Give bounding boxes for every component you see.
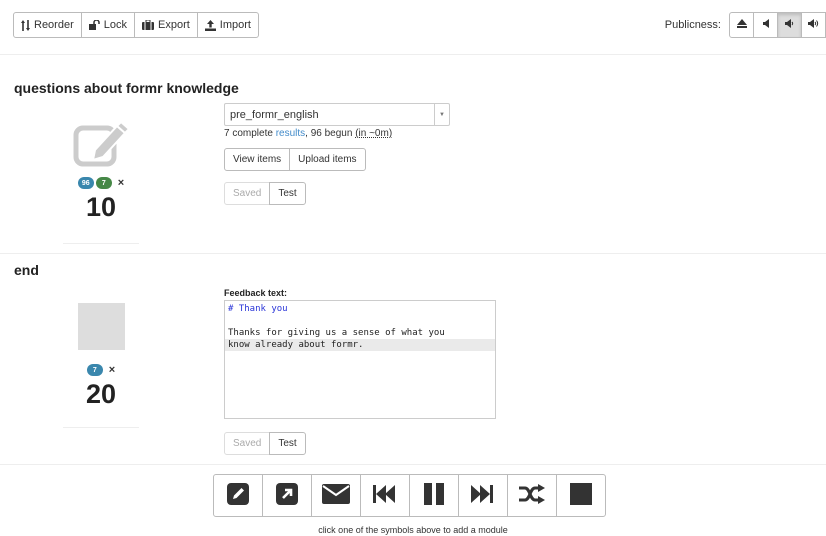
volume-down-icon [785, 19, 794, 31]
feedback-label: Feedback text: [224, 288, 288, 298]
survey-status: 7 complete results, 96 begun (in ~0m) [224, 128, 392, 139]
unit-title: end [14, 262, 39, 278]
count-badge: 96 [77, 177, 94, 189]
add-skip-backward-button[interactable] [360, 474, 410, 517]
add-pause-button[interactable] [409, 474, 459, 517]
save-test-group: Saved Test [224, 432, 306, 455]
unit-summary: 96 7 × 10 [63, 112, 139, 244]
lock-label: Lock [103, 19, 127, 31]
import-label: Import [219, 19, 251, 31]
saved-button[interactable]: Saved [224, 432, 271, 455]
divider [0, 54, 826, 55]
unlock-icon [88, 20, 100, 30]
briefcase-icon [142, 20, 154, 30]
pause-icon [423, 483, 445, 508]
chevron-down-icon: ▼ [434, 104, 449, 125]
volume-up-icon [808, 19, 819, 31]
publicness-public-button[interactable] [801, 12, 826, 38]
reorder-label: Reorder [34, 19, 74, 31]
remove-unit-button[interactable]: × [118, 177, 124, 189]
feedback-textarea[interactable]: # Thank you Thanks for giving us a sense… [224, 300, 496, 419]
reorder-button[interactable]: Reorder [13, 12, 82, 38]
status-time: (in ~0m) [355, 128, 393, 139]
email-icon [322, 484, 350, 507]
run-toolbar: Reorder Lock Export Import [13, 12, 259, 38]
upload-icon [204, 19, 216, 31]
add-survey-button[interactable] [213, 474, 263, 517]
publicness-label: Publicness: [664, 19, 721, 31]
count-badge: 7 [86, 364, 103, 376]
import-button[interactable]: Import [196, 12, 259, 38]
external-link-icon [276, 483, 298, 508]
unit-badges: 96 7 × [77, 177, 124, 189]
survey-select-value: pre_formr_english [230, 108, 319, 121]
feedback-line: # Thank you [228, 304, 288, 314]
export-label: Export [158, 19, 190, 31]
add-skip-forward-button[interactable] [458, 474, 508, 517]
unit-position[interactable]: 10 [86, 191, 116, 223]
feedback-line: know already about formr. [225, 339, 495, 351]
save-test-group: Saved Test [224, 182, 306, 205]
saved-button[interactable]: Saved [224, 182, 271, 205]
lock-button[interactable]: Lock [80, 12, 135, 38]
reorder-icon [21, 19, 30, 31]
export-button[interactable]: Export [134, 12, 198, 38]
count-badge: 7 [95, 177, 112, 189]
add-email-button[interactable] [311, 474, 361, 517]
unit-position[interactable]: 20 [86, 378, 116, 410]
shuffle-icon [519, 484, 545, 507]
publicness-control: Publicness: [665, 12, 826, 38]
add-external-button[interactable] [262, 474, 312, 517]
skip-forward-icon [471, 484, 495, 507]
add-shuffle-button[interactable] [507, 474, 557, 517]
unit-summary: 7 × 20 [63, 300, 139, 428]
survey-pencil-icon [227, 483, 249, 508]
feedback-line: Thanks for giving us a sense of what you [228, 328, 445, 338]
skip-backward-icon [373, 484, 397, 507]
unit-title: questions about formr knowledge [14, 80, 239, 96]
divider [0, 464, 826, 465]
test-button[interactable]: Test [269, 182, 306, 205]
stop-icon [570, 483, 592, 508]
item-actions: View items Upload items [224, 148, 366, 171]
module-buttons [213, 474, 606, 517]
add-stop-button[interactable] [556, 474, 606, 517]
divider [0, 253, 826, 254]
remove-unit-button[interactable]: × [109, 364, 115, 376]
pencil-square-icon[interactable] [73, 120, 131, 171]
volume-off-icon [762, 19, 769, 31]
eject-icon [736, 19, 747, 31]
module-hint: click one of the symbols above to add a … [318, 525, 508, 535]
survey-select[interactable]: pre_formr_english ▼ [224, 103, 450, 126]
upload-items-button[interactable]: Upload items [289, 148, 366, 171]
unit-badges: 7 × [86, 364, 115, 376]
test-button[interactable]: Test [269, 432, 306, 455]
view-items-button[interactable]: View items [224, 148, 291, 171]
publicness-private-button[interactable] [729, 12, 754, 38]
publicness-link-button[interactable] [777, 12, 802, 38]
stop-placeholder[interactable] [77, 303, 125, 350]
status-text: 7 complete [224, 128, 276, 139]
status-text: , 96 begun [305, 128, 356, 139]
publicness-hidden-button[interactable] [753, 12, 778, 38]
results-link[interactable]: results [276, 128, 305, 139]
